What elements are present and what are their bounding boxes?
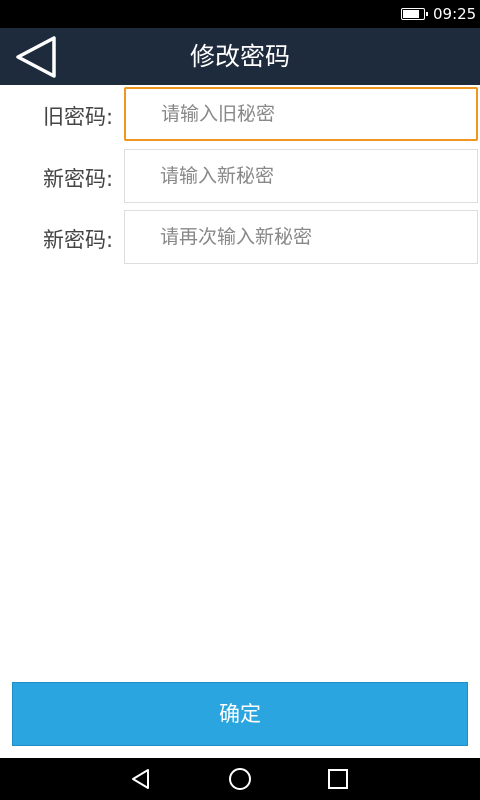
nav-home-button[interactable]	[227, 766, 253, 792]
nav-recent-button[interactable]	[325, 766, 351, 792]
system-nav-bar	[0, 758, 480, 800]
new-password-label: 新密码:	[43, 167, 114, 191]
nav-home-icon	[229, 768, 251, 790]
old-password-row: 旧密码:	[0, 87, 480, 143]
nav-recent-icon	[328, 769, 348, 789]
back-button[interactable]	[12, 34, 60, 80]
nav-back-button[interactable]	[128, 766, 154, 792]
status-time: 09:25	[433, 5, 477, 23]
nav-back-icon	[132, 769, 149, 789]
confirm-password-field-box	[124, 210, 478, 264]
page-title: 修改密码	[189, 42, 290, 71]
confirm-password-row: 新密码:	[0, 210, 480, 266]
confirm-password-input[interactable]	[125, 211, 477, 263]
old-password-label: 旧密码:	[43, 105, 114, 129]
battery-icon	[401, 8, 428, 20]
old-password-field-box	[124, 87, 478, 141]
title-bar: 修改密码	[0, 28, 480, 85]
old-password-input[interactable]	[126, 89, 476, 139]
back-triangle-icon	[16, 36, 56, 78]
new-password-input[interactable]	[125, 150, 477, 202]
status-bar: 09:25	[0, 0, 480, 28]
new-password-field-box	[124, 149, 478, 203]
confirm-password-label: 新密码:	[43, 228, 114, 252]
confirm-button[interactable]: 确定	[12, 682, 468, 746]
new-password-row: 新密码:	[0, 149, 480, 205]
